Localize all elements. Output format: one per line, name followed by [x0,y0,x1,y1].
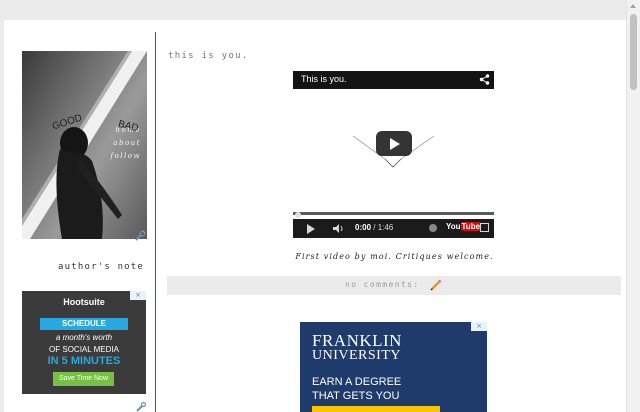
time-current: 0:00 [355,223,372,232]
video-controls: 0:00 / 1:46 YouTube [293,219,494,238]
author-note-heading: author's note [58,262,145,272]
pencil-icon[interactable] [430,279,442,291]
sidebar-header-photo: home about follow [22,51,147,239]
video-title-bar: This is you. [293,71,494,89]
franklin-brand-line-2: UNIVERSITY [312,348,401,363]
wrench-icon[interactable] [134,230,146,242]
hootsuite-ad[interactable]: × Hootsuite SCHEDULE a month's worth OF … [22,291,146,394]
info-icon[interactable] [429,224,437,232]
fullscreen-icon[interactable] [480,223,489,232]
hootsuite-cta-button[interactable]: Save Time Now [53,372,114,386]
post-title[interactable]: this is you. [168,51,249,61]
nav-link-follow[interactable]: follow [111,150,142,163]
volume-icon[interactable] [333,224,344,233]
vertical-scrollbar[interactable] [626,0,640,412]
hootsuite-headline: SCHEDULE [40,318,128,330]
hootsuite-line-2: a month's worth [55,333,113,342]
hootsuite-brand: Hootsuite [63,297,105,307]
play-button-icon[interactable] [376,131,412,156]
wrench-icon[interactable] [135,402,147,412]
youtube-logo[interactable]: YouTube [446,222,482,231]
column-divider [155,32,156,412]
youtube-logo-tube: Tube [460,222,482,231]
comments-link[interactable]: no comments: [345,280,420,289]
video-time: 0:00 / 1:46 [355,223,393,232]
youtube-logo-you: You [446,222,461,231]
post-footer: no comments: [167,276,621,295]
hootsuite-line-3: OF SOCIAL MEDIA [49,345,119,354]
video-title[interactable]: This is you. [301,74,347,84]
play-control-icon[interactable] [307,224,315,234]
scroll-thumb[interactable] [630,14,637,90]
ad-close-button[interactable]: × [471,322,487,331]
hootsuite-line-4: IN 5 MINUTES [47,355,121,367]
franklin-university-ad[interactable]: × FRANKLIN UNIVERSITY EARN A DEGREE THAT… [300,322,487,412]
youtube-video-player[interactable]: This is you. 0:00 / 1:46 YouTube [293,71,494,238]
franklin-highlight [312,406,440,412]
video-progress-bar[interactable] [293,212,494,215]
progress-handle[interactable] [295,212,301,218]
nav-link-about[interactable]: about [111,137,142,150]
franklin-headline-2: THAT GETS YOU [312,390,400,402]
post-caption: First video by moi. Critiques welcome. [295,252,494,261]
scroll-up-arrow-icon[interactable] [630,4,636,8]
share-icon[interactable] [479,74,490,85]
franklin-headline-1: EARN A DEGREE [312,376,402,388]
time-total: / 1:46 [373,223,394,232]
